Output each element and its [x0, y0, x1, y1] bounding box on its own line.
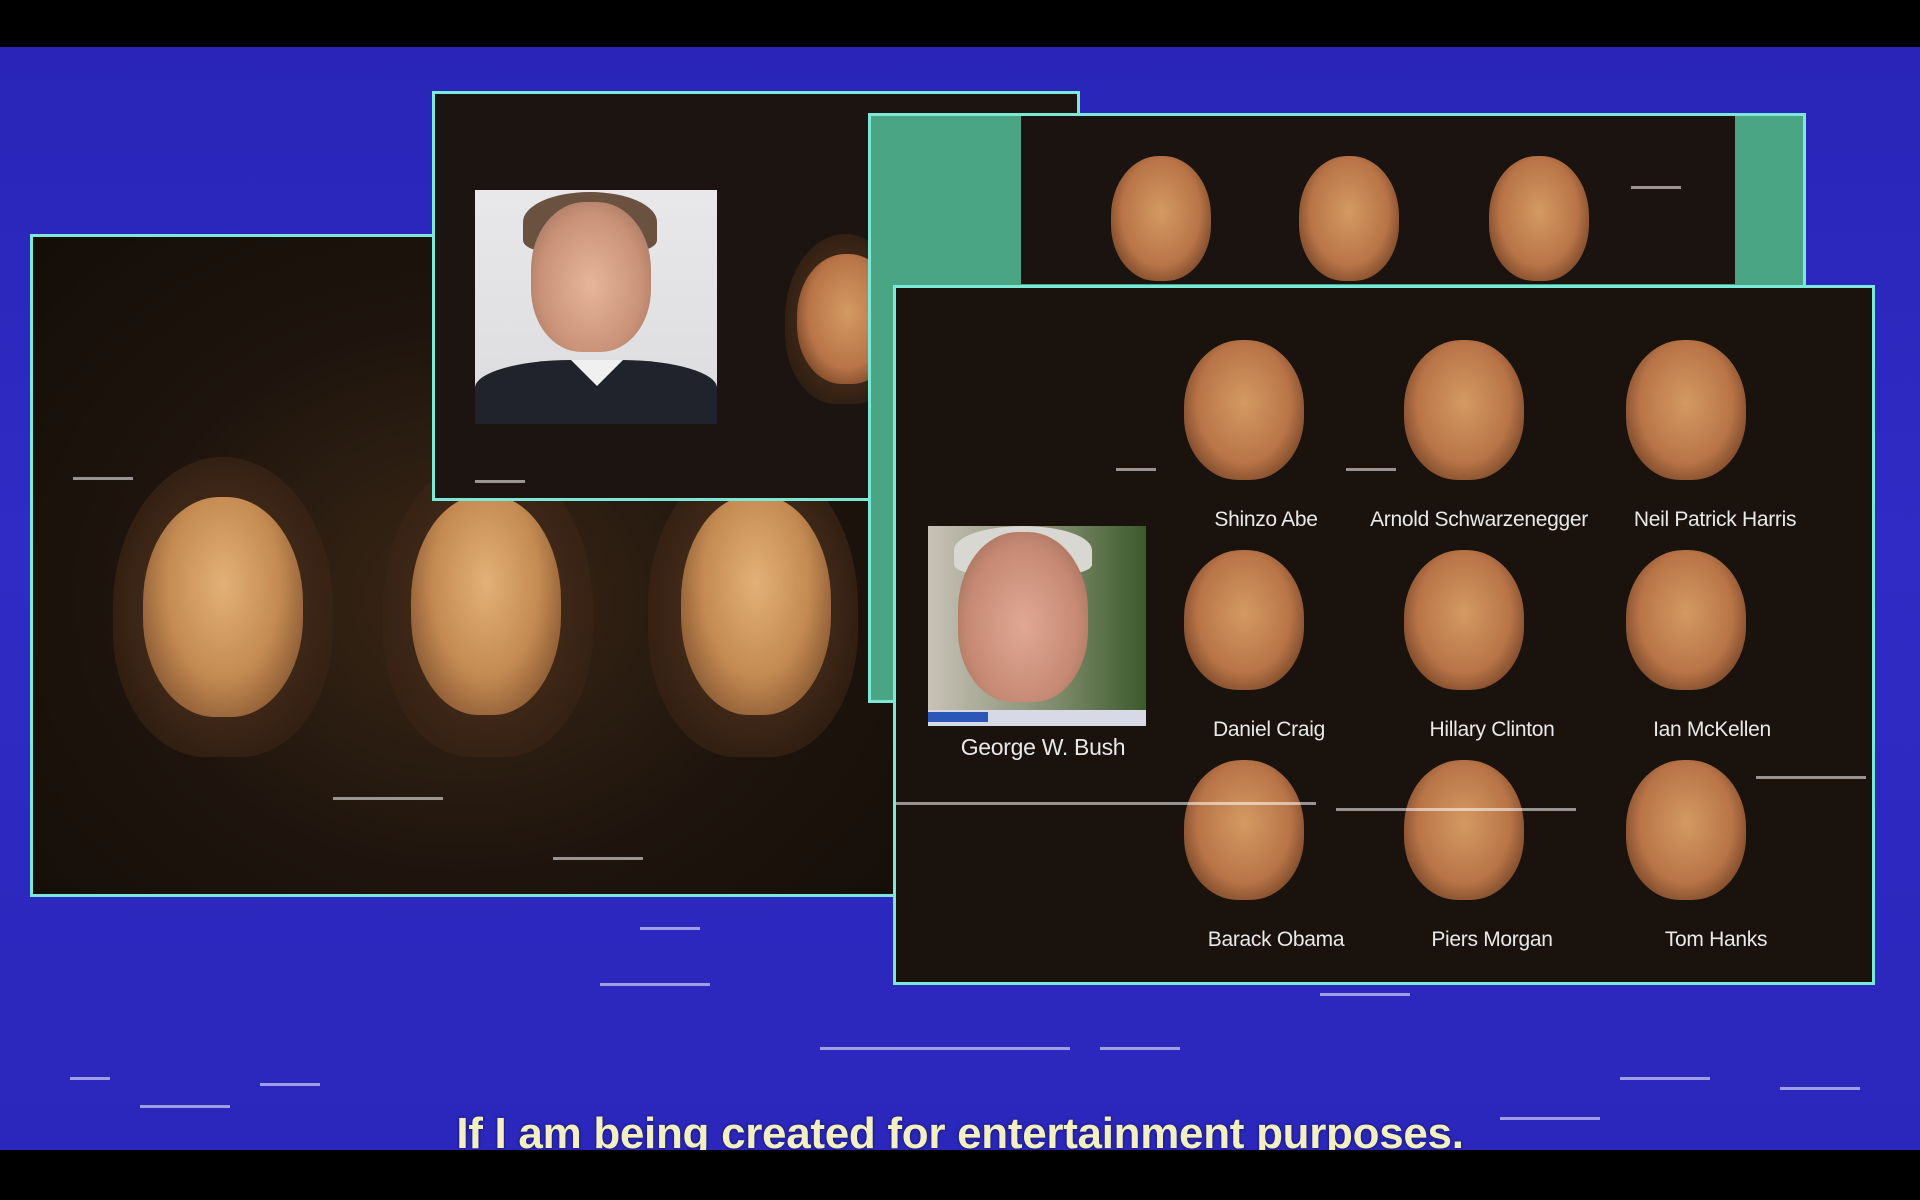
face-label: Arnold Schwarzenegger [1370, 508, 1588, 531]
face-render [143, 497, 303, 717]
source-person-label: George W. Bush [960, 734, 1126, 760]
glitch-line [896, 802, 1316, 805]
face-label: Daniel Craig [1213, 718, 1325, 741]
face-label: Shinzo Abe [1214, 508, 1318, 531]
face-label: Ian McKellen [1653, 718, 1771, 741]
face-render [1184, 340, 1304, 480]
glitch-line [140, 1105, 230, 1108]
glitch-line [640, 927, 700, 930]
face-render [1489, 156, 1589, 281]
glitch-line [1320, 993, 1410, 996]
face-render [1626, 340, 1746, 480]
glitch-line [553, 857, 643, 860]
face-render [1626, 550, 1746, 690]
glitch-line [1780, 1087, 1860, 1090]
face-label: Neil Patrick Harris [1633, 508, 1797, 531]
glitch-line [1346, 468, 1396, 471]
reenactment-strip [1021, 116, 1735, 284]
glitch-line [1756, 776, 1866, 779]
glitch-line [260, 1083, 320, 1086]
portrait-face [958, 532, 1088, 702]
source-portrait-photo [475, 190, 717, 424]
face-render [1299, 156, 1399, 281]
glitch-line [475, 480, 525, 483]
face-render [1626, 760, 1746, 900]
glitch-line [1620, 1077, 1710, 1080]
face-label: Tom Hanks [1664, 928, 1768, 951]
glitch-line [820, 1047, 1070, 1050]
face-render [1404, 760, 1524, 900]
news-logo [928, 712, 988, 722]
letterbox-top [0, 0, 1920, 47]
letterbox-bottom [0, 1150, 1920, 1200]
face-render [1184, 550, 1304, 690]
face-render [1184, 760, 1304, 900]
face-render [411, 495, 561, 715]
portrait-face [531, 202, 651, 352]
celebrity-reenactment-grid: George W. Bush Shinzo Abe Arnold Schwarz… [893, 285, 1875, 985]
face-label: Barack Obama [1207, 928, 1345, 951]
glitch-line [73, 477, 133, 480]
glitch-line [1336, 808, 1576, 811]
face-render [681, 495, 831, 715]
source-video-frame [928, 526, 1146, 726]
glitch-line [1631, 186, 1681, 189]
video-frame: George W. Bush Shinzo Abe Arnold Schwarz… [0, 47, 1920, 1150]
face-label: Piers Morgan [1431, 928, 1553, 951]
glitch-line [1116, 468, 1156, 471]
face-render [1404, 550, 1524, 690]
glitch-line [333, 797, 443, 800]
glitch-line [70, 1077, 110, 1080]
subtitle-caption: If I am being created for entertainment … [456, 1109, 1464, 1150]
glitch-line [600, 983, 710, 986]
face-label: Hillary Clinton [1429, 718, 1555, 741]
glitch-line [1100, 1047, 1180, 1050]
face-render [1404, 340, 1524, 480]
face-render [1111, 156, 1211, 281]
